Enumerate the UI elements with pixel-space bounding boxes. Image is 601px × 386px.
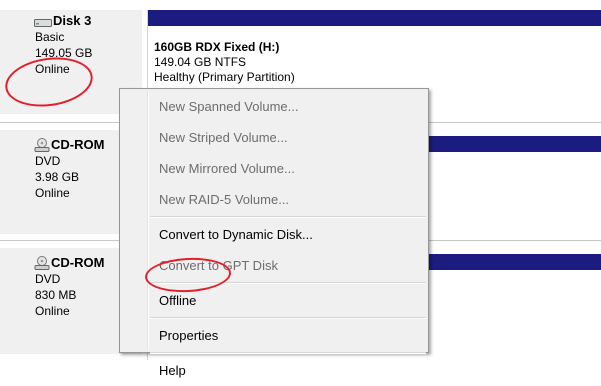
menu-separator xyxy=(150,282,426,284)
menu-item-new-mirrored-volume[interactable]: New Mirrored Volume... xyxy=(120,153,428,184)
menu-item-new-striped-volume[interactable]: New Striped Volume... xyxy=(120,122,428,153)
disk-3-type: Basic xyxy=(35,30,65,44)
menu-separator xyxy=(150,216,426,218)
menu-item-convert-to-gpt-disk[interactable]: Convert to GPT Disk xyxy=(120,250,428,281)
menu-item-new-spanned-volume[interactable]: New Spanned Volume... xyxy=(120,91,428,122)
volume-status: Healthy (Primary Partition) xyxy=(154,70,295,84)
menu-item-properties[interactable]: Properties xyxy=(120,320,428,351)
disk-3-size: 149.05 GB xyxy=(35,46,93,60)
menu-item-new-raid5-volume[interactable]: New RAID-5 Volume... xyxy=(120,184,428,215)
disk-3-status: Online xyxy=(35,62,70,76)
cd-rom-icon xyxy=(34,256,50,270)
menu-item-offline[interactable]: Offline xyxy=(120,285,428,316)
disk-context-menu: New Spanned Volume... New Striped Volume… xyxy=(119,88,429,378)
disk-3-name: Disk 3 xyxy=(34,13,142,29)
menu-item-convert-to-dynamic-disk[interactable]: Convert to Dynamic Disk... xyxy=(120,219,428,250)
volume-name: 160GB RDX Fixed (H:) xyxy=(154,40,280,54)
volume-bar xyxy=(148,10,601,26)
volume-size-fs: 149.04 GB NTFS xyxy=(154,55,247,69)
cd-rom-icon xyxy=(34,138,50,152)
menu-separator xyxy=(150,317,426,319)
hard-disk-icon xyxy=(34,16,52,27)
menu-item-help[interactable]: Help xyxy=(120,355,428,386)
